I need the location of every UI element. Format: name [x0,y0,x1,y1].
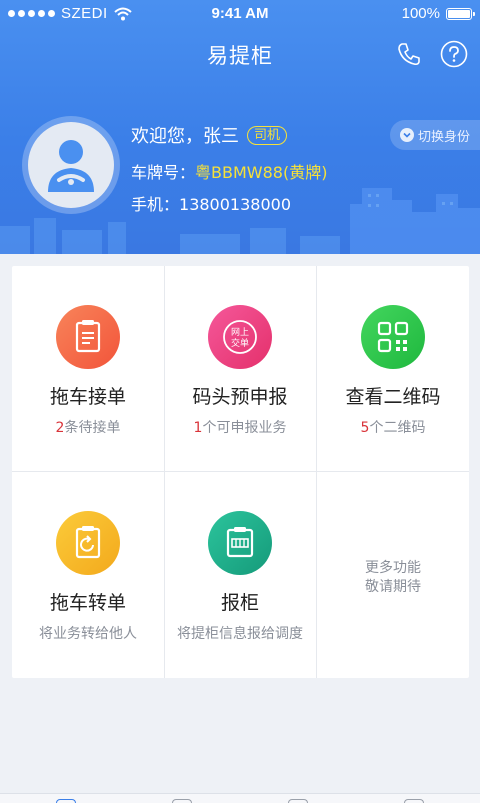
feature-title: 报柜 [220,592,259,614]
more-line-2: 敬请期待 [365,579,421,595]
chevron-down-icon [400,128,414,142]
tab-profile-icon[interactable] [404,799,424,803]
feature-tow-accept[interactable]: 拖车接单 2条待接单 [12,266,164,472]
online-order-icon: 网上 交单 [208,305,272,369]
feature-subtitle-text: 条待接单 [64,420,121,436]
icon-text-line1: 网上 [231,327,249,338]
tab-orders-icon[interactable] [172,799,192,803]
status-bar: SZEDI 9:41 AM 100% [0,0,480,28]
feature-title: 码头预申报 [192,386,288,408]
feature-subtitle-text: 个二维码 [369,420,426,436]
feature-subtitle-text: 个可申报业务 [202,420,287,436]
plate-value: 粤BBMW88(黄牌) [195,163,328,182]
feature-subtitle: 1个可申报业务 [164,417,316,437]
avatar[interactable] [22,116,120,214]
feature-view-qrcode[interactable]: 查看二维码 5个二维码 [317,266,469,472]
role-badge: 司机 [247,125,288,145]
phone-icon[interactable] [396,41,422,67]
tab-home-icon[interactable] [56,799,76,803]
switch-identity-button[interactable]: 切换身份 [390,120,480,150]
more-features-text: 更多功能 敬请期待 [317,559,469,597]
plate-row: 车牌号：粤BBMW88(黄牌) [131,159,327,183]
feature-subtitle: 5个二维码 [317,417,469,437]
phone-row: 手机：13800138000 [131,191,291,215]
feature-tow-transfer[interactable]: 拖车转单 将业务转给他人 [12,472,164,678]
feature-grid: 拖车接单 2条待接单 网上 交单 码头预申报 1个可申报业务 查看二维码 5个二… [12,266,469,678]
more-line-1: 更多功能 [365,560,421,576]
feature-subtitle: 2条待接单 [12,417,164,437]
greeting-row: 欢迎您，张三 司机 [131,122,288,148]
battery-icon [446,7,475,20]
feature-title: 拖车转单 [49,592,126,614]
phone-value: 13800138000 [179,195,291,214]
greeting-text: 欢迎您，张三 [131,126,239,147]
feature-report-container[interactable]: 报柜 将提柜信息报给调度 [164,472,316,678]
help-icon[interactable] [440,40,468,68]
battery-percent: 100% [401,5,440,22]
more-features-placeholder: 更多功能 敬请期待 [317,472,469,678]
transfer-icon [56,511,120,575]
feature-dock-predeclare[interactable]: 网上 交单 码头预申报 1个可申报业务 [164,266,316,472]
switch-identity-label: 切换身份 [418,129,471,145]
container-icon [208,511,272,575]
feature-subtitle: 将提柜信息报给调度 [177,626,303,642]
icon-text-line2: 交单 [231,337,249,349]
feature-subtitle: 将业务转给他人 [39,626,137,642]
clipboard-icon [56,305,120,369]
plate-label: 车牌号： [131,163,196,182]
phone-label: 手机： [131,195,180,214]
feature-title: 拖车接单 [49,386,126,408]
driver-avatar-icon [28,122,114,208]
tab-messages-icon[interactable] [288,799,308,803]
qr-code-icon [361,305,425,369]
header-banner: SZEDI 9:41 AM 100% 易提柜 欢迎您，张三 司机 车牌号：粤BB… [0,0,480,254]
tab-bar [0,793,480,803]
battery-status: 100% [401,5,475,22]
feature-title: 查看二维码 [345,386,441,408]
